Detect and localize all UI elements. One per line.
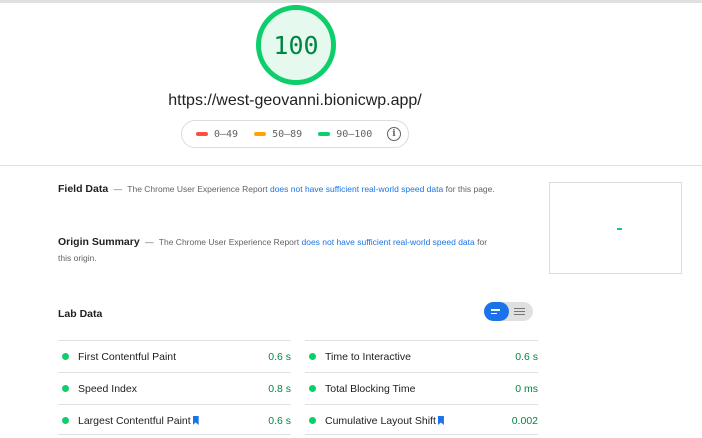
- field-data-dash: —: [113, 184, 123, 194]
- origin-summary-dash: —: [145, 237, 154, 247]
- lab-metrics-grid: First Contentful Paint 0.6 s Time to Int…: [58, 340, 538, 436]
- metric-value: 0.002: [511, 414, 538, 427]
- metric-name: Speed Index: [78, 382, 137, 395]
- bookmark-icon[interactable]: [192, 416, 199, 425]
- metric-time-to-interactive: Time to Interactive 0.6 s: [305, 340, 538, 372]
- metric-value: 0.8 s: [268, 382, 291, 395]
- metrics-bottom-border: [58, 434, 538, 435]
- lab-data-title: Lab Data: [58, 308, 103, 320]
- list-compact-icon[interactable]: [484, 302, 509, 321]
- field-data-title: Field Data: [58, 183, 109, 195]
- legend-fail-label: 0–49: [214, 128, 239, 140]
- metric-speed-index: Speed Index 0.8 s: [58, 372, 291, 404]
- metric-name: Time to Interactive: [325, 350, 411, 363]
- metric-view-toggle[interactable]: [484, 302, 533, 321]
- metric-value: 0.6 s: [515, 350, 538, 363]
- metric-name: Total Blocking Time: [325, 382, 416, 395]
- metric-first-contentful-paint: First Contentful Paint 0.6 s: [58, 340, 291, 372]
- metric-largest-contentful-paint: Largest Contentful Paint 0.6 s: [58, 404, 291, 436]
- section-divider: [0, 165, 702, 166]
- metric-name-wrap: Largest Contentful Paint: [78, 415, 268, 427]
- origin-summary-section: Origin Summary — The Chrome User Experie…: [58, 234, 498, 266]
- field-data-link[interactable]: does not have sufficient real-world spee…: [270, 184, 443, 194]
- legend-fail-swatch: [196, 132, 208, 136]
- field-data-section: Field Data — The Chrome User Experience …: [58, 181, 498, 197]
- metric-value: 0.6 s: [268, 414, 291, 427]
- origin-summary-text: The Chrome User Experience Report: [158, 237, 300, 247]
- pass-indicator-icon: [62, 385, 69, 392]
- metric-name-wrap: Cumulative Layout Shift: [325, 415, 512, 427]
- origin-summary-title: Origin Summary: [58, 236, 140, 248]
- field-data-text: The Chrome User Experience Report: [127, 184, 268, 194]
- legend-fail: 0–49: [196, 129, 238, 140]
- metric-total-blocking-time: Total Blocking Time 0 ms: [305, 372, 538, 404]
- performance-score-gauge: 100: [256, 5, 336, 85]
- pass-indicator-icon: [62, 417, 69, 424]
- score-legend: 0–49 50–89 90–100 i: [181, 120, 409, 148]
- metric-name: First Contentful Paint: [78, 350, 177, 363]
- origin-summary-link[interactable]: does not have sufficient real-world spee…: [301, 237, 474, 247]
- pass-indicator-icon: [309, 353, 316, 360]
- legend-average-swatch: [254, 132, 267, 136]
- info-icon[interactable]: i: [387, 127, 401, 141]
- legend-average-label: 50–89: [272, 128, 303, 140]
- bookmark-icon[interactable]: [437, 416, 444, 425]
- metric-name: Cumulative Layout Shift: [325, 414, 436, 427]
- metric-name: Largest Contentful Paint: [78, 414, 191, 427]
- pass-indicator-icon: [62, 353, 69, 360]
- metric-cumulative-layout-shift: Cumulative Layout Shift 0.002: [305, 404, 538, 436]
- legend-pass-swatch: [318, 132, 331, 136]
- legend-pass-label: 90–100: [336, 128, 373, 140]
- list-detail-icon[interactable]: [512, 302, 532, 321]
- legend-average: 50–89: [254, 129, 302, 140]
- legend-pass: 90–100: [318, 129, 372, 140]
- metric-value: 0 ms: [515, 382, 538, 395]
- top-border: [0, 0, 702, 3]
- field-data-text-after: for this page.: [445, 184, 495, 194]
- metric-value: 0.6 s: [268, 350, 291, 363]
- pass-indicator-icon: [309, 385, 316, 392]
- pass-indicator-icon: [309, 417, 316, 424]
- thumbnail-content: [617, 228, 622, 230]
- page-screenshot-thumbnail[interactable]: [549, 182, 682, 274]
- score-value: 100: [273, 30, 319, 60]
- page-url: https://west-geovanni.bionicwp.app/: [168, 92, 422, 109]
